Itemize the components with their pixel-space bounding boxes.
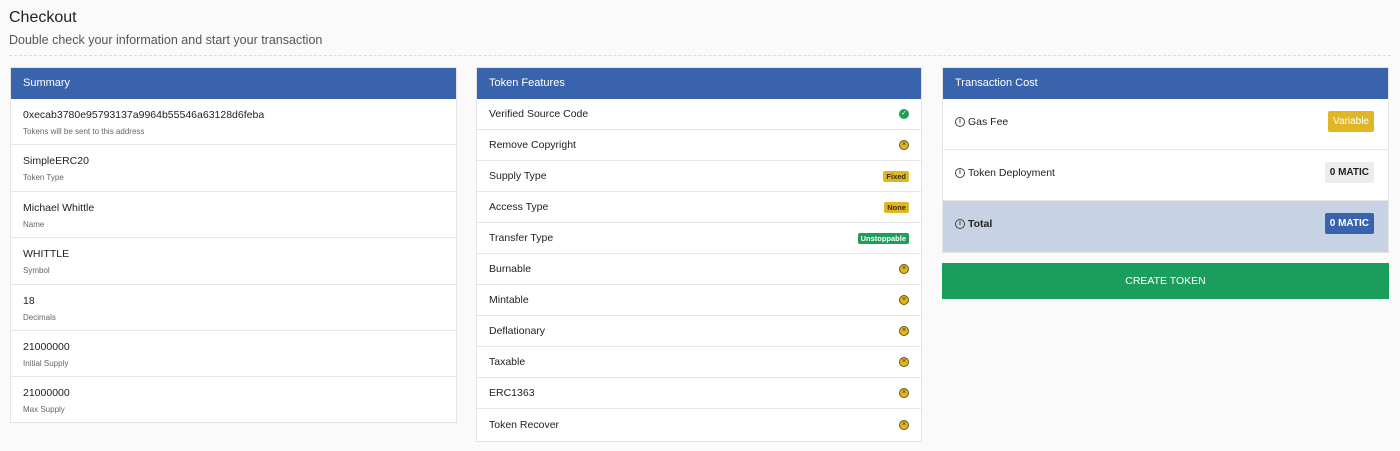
feature-row-erc1363: ERC1363 × xyxy=(477,378,921,409)
transfer-type-badge: Unstoppable xyxy=(857,232,909,244)
summary-caption: Symbol xyxy=(23,266,50,276)
summary-card: Summary 0xecab3780e95793137a9964b55546a6… xyxy=(10,67,457,423)
cross-icon: × xyxy=(899,264,909,274)
summary-value: WHITTLE xyxy=(23,248,70,261)
transaction-cost-card: Transaction Cost i Gas Fee Variable i To… xyxy=(942,67,1389,253)
cost-row-gas-fee: i Gas Fee Variable xyxy=(943,99,1388,150)
feature-label: Token Recover xyxy=(489,418,560,431)
supply-type-badge: Fixed xyxy=(883,170,909,182)
feature-row-remove-copyright: Remove Copyright × xyxy=(477,130,921,161)
summary-value: 18 xyxy=(23,294,35,307)
summary-value: 0xecab3780e95793137a9964b55546a63128d6fe… xyxy=(23,109,265,121)
cross-icon: × xyxy=(899,326,909,336)
cross-icon: × xyxy=(899,140,909,150)
header-divider xyxy=(9,55,1391,56)
feature-label: Burnable xyxy=(489,263,532,275)
summary-caption: Initial Supply xyxy=(23,358,69,368)
feature-label: Remove Copyright xyxy=(489,139,576,151)
cross-icon: × xyxy=(899,419,909,430)
feature-label: Verified Source Code xyxy=(489,108,589,120)
feature-label: Taxable xyxy=(489,356,526,368)
summary-value: Michael Whittle xyxy=(23,201,95,214)
summary-value: 21000000 xyxy=(23,340,70,353)
page-title: Checkout xyxy=(9,9,77,26)
cross-icon: × xyxy=(899,357,909,367)
summary-row-token-type: SimpleERC20 Token Type xyxy=(11,145,456,192)
summary-row-address: 0xecab3780e95793137a9964b55546a63128d6fe… xyxy=(11,99,456,146)
feature-row-mintable: Mintable × xyxy=(477,285,921,316)
check-icon: ✓ xyxy=(899,109,909,119)
features-card-header: Token Features xyxy=(477,68,921,99)
summary-value: SimpleERC20 xyxy=(23,155,89,168)
feature-row-supply-type: Supply Type Fixed xyxy=(477,161,921,192)
cross-icon: × xyxy=(899,388,909,398)
feature-row-deflationary: Deflationary × xyxy=(477,316,921,347)
feature-label: Supply Type xyxy=(489,170,547,182)
summary-row-name: Michael Whittle Name xyxy=(11,192,456,239)
feature-row-taxable: Taxable × xyxy=(477,347,921,378)
page-subtitle: Double check your information and start … xyxy=(9,33,323,47)
feature-label: ERC1363 xyxy=(489,387,535,399)
summary-value: 21000000 xyxy=(23,387,70,400)
summary-row-max-supply: 21000000 Max Supply xyxy=(11,377,456,423)
summary-caption: Tokens will be sent to this address xyxy=(23,127,145,136)
page-header: Checkout Double check your information a… xyxy=(9,8,1391,48)
feature-label: Transfer Type xyxy=(489,232,554,244)
feature-row-transfer-type: Transfer Type Unstoppable xyxy=(477,223,921,254)
token-features-card: Token Features Verified Source Code ✓ Re… xyxy=(476,67,922,442)
feature-row-verified-source: Verified Source Code ✓ xyxy=(477,99,921,130)
cost-card-header: Transaction Cost xyxy=(943,68,1388,99)
feature-label: Mintable xyxy=(489,294,529,306)
gas-fee-label: Gas Fee xyxy=(968,116,1009,128)
feature-row-access-type: Access Type None xyxy=(477,192,921,223)
feature-label: Access Type xyxy=(489,201,549,213)
feature-row-burnable: Burnable × xyxy=(477,254,921,285)
feature-label: Deflationary xyxy=(489,325,546,337)
summary-row-initial-supply: 21000000 Initial Supply xyxy=(11,331,456,378)
cross-icon: × xyxy=(899,295,909,305)
cost-row-token-deployment: i Token Deployment 0 MATIC xyxy=(943,150,1388,201)
total-badge: 0 MATIC xyxy=(1324,213,1374,234)
access-type-badge: None xyxy=(884,201,909,213)
summary-row-symbol: WHITTLE Symbol xyxy=(11,238,456,285)
summary-caption: Decimals xyxy=(23,312,56,322)
cost-row-total: i Total 0 MATIC xyxy=(943,201,1388,252)
token-deployment-label: Token Deployment xyxy=(968,167,1055,179)
total-label: Total xyxy=(968,218,993,230)
gas-fee-badge: Variable xyxy=(1328,111,1374,132)
info-icon[interactable]: i xyxy=(955,168,965,178)
summary-caption: Max Supply xyxy=(23,405,65,415)
summary-row-decimals: 18 Decimals xyxy=(11,285,456,331)
summary-caption: Token Type xyxy=(23,173,64,183)
feature-row-token-recover: Token Recover × xyxy=(477,409,921,440)
info-icon[interactable]: i xyxy=(955,219,965,229)
info-icon[interactable]: i xyxy=(955,117,965,127)
token-deployment-badge: 0 MATIC xyxy=(1324,162,1374,183)
summary-caption: Name xyxy=(23,219,45,229)
create-token-button[interactable]: CREATE TOKEN xyxy=(942,263,1389,299)
summary-card-header: Summary xyxy=(11,68,456,99)
